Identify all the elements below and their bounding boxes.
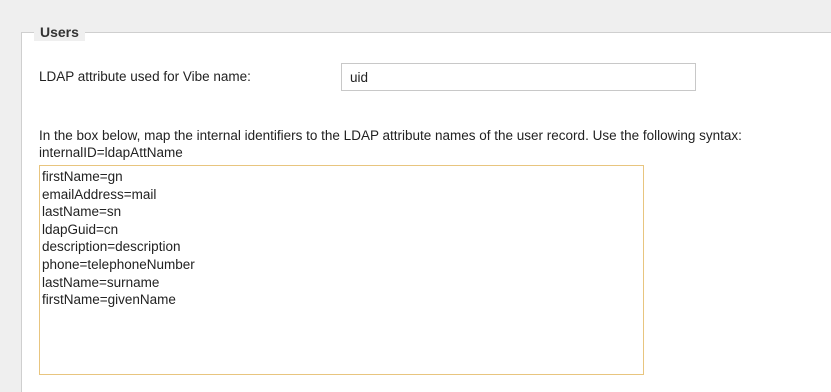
legend-background: [22, 24, 831, 32]
section-legend: Users: [34, 23, 85, 41]
vibe-name-attribute-input[interactable]: [341, 63, 696, 91]
vibe-name-attribute-label: LDAP attribute used for Vibe name:: [39, 69, 251, 84]
attribute-mapping-textarea[interactable]: [39, 165, 644, 375]
mapping-help-text: In the box below, map the internal ident…: [39, 128, 742, 160]
